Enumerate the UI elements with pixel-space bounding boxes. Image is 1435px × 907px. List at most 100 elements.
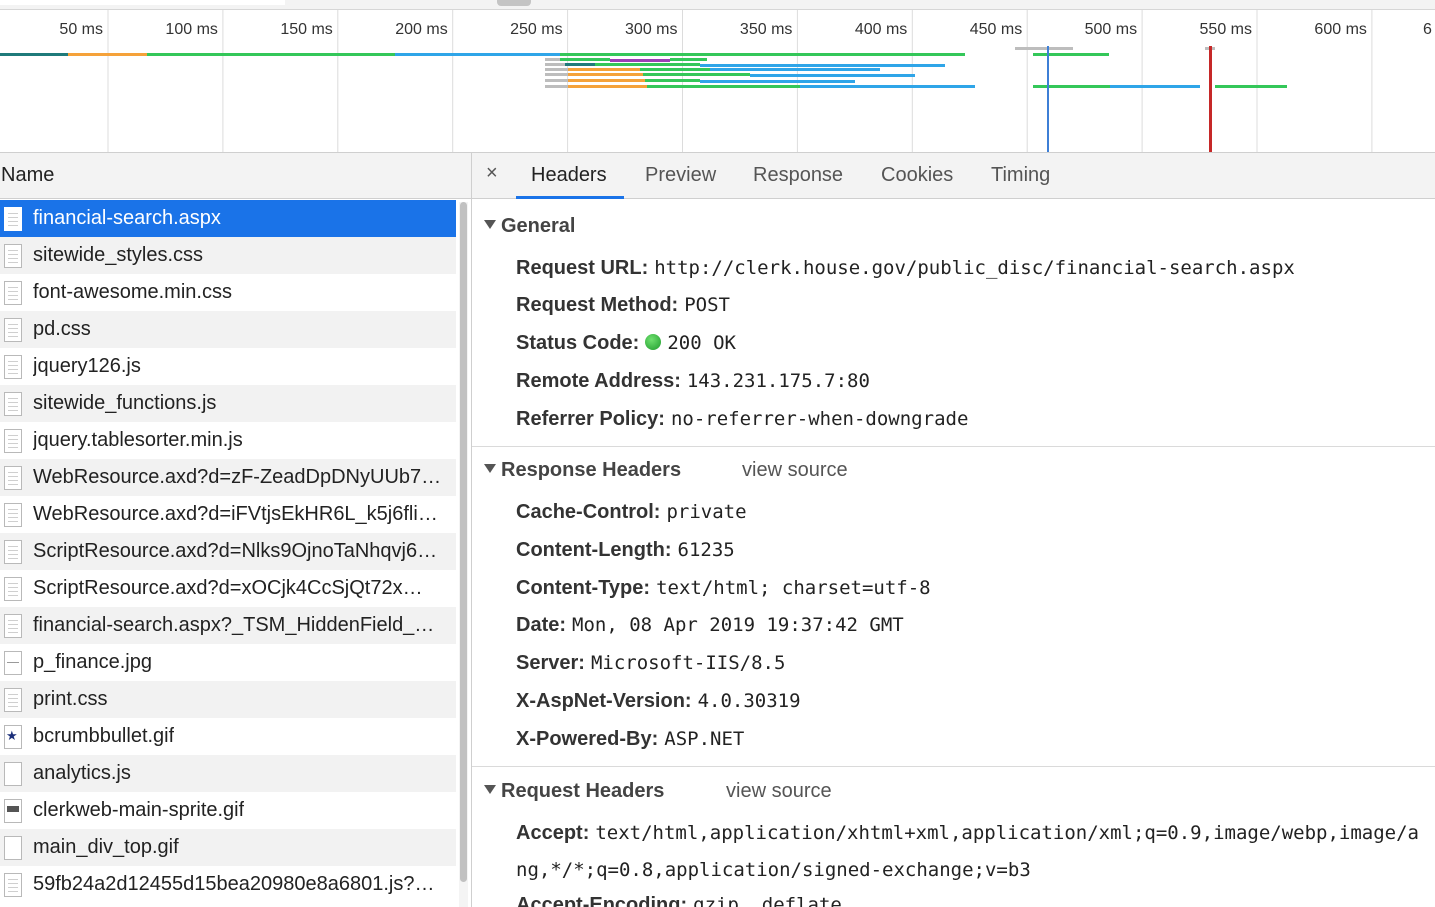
timeline-tick-label: 500 ms — [1085, 21, 1137, 38]
list-item[interactable]: bcrumbbullet.gif — [0, 718, 456, 755]
general-section-toggle[interactable]: General — [484, 215, 575, 238]
accept-row: Accept: text/html,application/xhtml+xml,a… — [516, 822, 1419, 845]
list-item[interactable]: sitewide_styles.css — [0, 237, 456, 274]
remote-address-row: Remote Address: 143.231.175.7:80 — [516, 370, 870, 393]
timeline-bar — [800, 85, 975, 88]
timeline-bar — [647, 85, 800, 88]
request-view-source-link[interactable]: view source — [726, 780, 832, 803]
timeline-bar — [545, 58, 560, 61]
section-divider — [472, 446, 1435, 447]
header-name: Date: — [516, 614, 567, 637]
timeline-bar — [1033, 85, 1110, 88]
timeline-tick-label: 550 ms — [1200, 21, 1252, 38]
scrollbar-thumb[interactable] — [460, 202, 467, 882]
timeline-bar — [750, 74, 915, 77]
list-item[interactable]: financial-search.aspx?_TSM_HiddenField_… — [0, 607, 456, 644]
request-name: sitewide_styles.css — [33, 244, 204, 266]
tab-cookies[interactable]: Cookies — [881, 153, 953, 198]
response-headers-toggle[interactable]: Response Headers — [484, 459, 681, 482]
timeline-tick-label: 6 — [1423, 21, 1432, 38]
request-name: 59fb24a2d12455d15bea20980e8a6801.js?… — [33, 873, 435, 895]
triangle-down-icon — [484, 785, 496, 795]
name-column-header[interactable]: Name — [0, 153, 471, 199]
request-name: sitewide_functions.js — [33, 392, 217, 414]
request-name: financial-search.aspx — [33, 207, 221, 229]
request-name: clerkweb-main-sprite.gif — [33, 799, 245, 821]
timeline-bar — [147, 53, 395, 56]
close-icon[interactable]: × — [486, 162, 498, 185]
list-item[interactable]: financial-search.aspx — [0, 200, 456, 237]
timeline-bar — [545, 79, 568, 82]
remote-address-label: Remote Address: — [516, 370, 681, 392]
list-item[interactable]: p_finance.jpg — [0, 644, 456, 681]
list-item[interactable]: pd.css — [0, 311, 456, 348]
timeline-overview[interactable]: 50 ms 100 ms 150 ms 200 ms 250 ms 300 ms 350 m… — [0, 0, 1435, 153]
header-name: Server: — [516, 652, 585, 675]
header-name: Content-Type: — [516, 576, 651, 599]
timeline-bar — [1110, 85, 1200, 88]
document-icon — [4, 687, 22, 712]
timeline-bar — [545, 68, 568, 71]
tab-response[interactable]: Response — [753, 153, 843, 198]
tab-timing[interactable]: Timing — [991, 153, 1050, 198]
list-item[interactable]: clerkweb-main-sprite.gif — [0, 792, 456, 829]
tab-preview[interactable]: Preview — [645, 153, 716, 198]
response-header-row: Server: Microsoft-IIS/8.5 — [516, 652, 785, 675]
request-list-scrollbar[interactable] — [459, 202, 468, 907]
list-item[interactable]: font-awesome.min.css — [0, 274, 456, 311]
sprite-image-icon — [4, 798, 22, 823]
timeline-tick-label: 200 ms — [395, 21, 447, 38]
list-item[interactable]: ScriptResource.axd?d=xOCjk4CcSjQt72x… — [0, 570, 456, 607]
request-name: bcrumbbullet.gif — [33, 725, 175, 747]
document-icon — [4, 354, 22, 379]
timeline-bar — [545, 73, 568, 76]
timeline-bar — [645, 79, 700, 82]
timeline-bar — [545, 85, 568, 88]
timeline-bar — [640, 68, 710, 71]
list-item[interactable]: print.css — [0, 681, 456, 718]
request-name: print.css — [33, 688, 108, 710]
request-url-row: Request URL: http://clerk.house.gov/publi… — [516, 257, 1295, 280]
response-header-row: X-Powered-By: ASP.NET — [516, 728, 744, 751]
list-item[interactable]: jquery.tablesorter.min.js — [0, 422, 456, 459]
list-item[interactable]: analytics.js — [0, 755, 456, 792]
blank-file-icon — [4, 761, 22, 786]
response-header-row: X-AspNet-Version: 4.0.30319 — [516, 690, 801, 713]
request-list[interactable]: Name financial-search.aspx sitewide_style… — [0, 153, 472, 907]
document-icon — [4, 539, 22, 564]
remote-address-value: 143.231.175.7:80 — [686, 370, 870, 392]
list-item[interactable]: main_div_top.gif — [0, 829, 456, 866]
header-value: 61235 — [677, 538, 735, 561]
header-value: ASP.NET — [664, 727, 745, 750]
list-item[interactable]: sitewide_functions.js — [0, 385, 456, 422]
timeline-tick-label: 600 ms — [1314, 21, 1366, 38]
response-header-row: Cache-Control: private — [516, 501, 747, 524]
timeline-bar — [0, 53, 68, 56]
timeline-bar — [595, 63, 700, 66]
response-view-source-link[interactable]: view source — [742, 459, 848, 482]
referrer-policy-label: Referrer Policy: — [516, 408, 665, 430]
list-item[interactable]: 59fb24a2d12455d15bea20980e8a6801.js?… — [0, 866, 456, 903]
list-item[interactable]: WebResource.axd?d=iFVtjsEkHR6L_k5j6fli… — [0, 496, 456, 533]
request-rows: financial-search.aspx sitewide_styles.css… — [0, 200, 456, 903]
detail-tabbar: × Headers Preview Response Cookies Timin… — [472, 153, 1435, 199]
request-name: analytics.js — [33, 762, 131, 784]
request-name: ScriptResource.axd?d=xOCjk4CcSjQt72x… — [33, 577, 423, 599]
image-file-icon — [4, 650, 22, 675]
list-item[interactable]: WebResource.axd?d=zF-ZeadDpDNyUUb7… — [0, 459, 456, 496]
request-details: × Headers Preview Response Cookies Timin… — [472, 153, 1435, 907]
tab-headers[interactable]: Headers — [516, 153, 624, 199]
request-name: WebResource.axd?d=zF-ZeadDpDNyUUb7… — [33, 466, 442, 488]
header-name: X-AspNet-Version: — [516, 690, 692, 712]
timeline-tick-label: 150 ms — [280, 21, 332, 38]
timeline-tick-label: 350 ms — [740, 21, 792, 38]
request-headers-toggle[interactable]: Request Headers — [484, 780, 664, 803]
request-name: font-awesome.min.css — [33, 281, 232, 303]
timeline-bar — [568, 85, 647, 88]
document-icon — [4, 206, 22, 231]
list-item[interactable]: ScriptResource.axd?d=Nlks9OjnoTaNhqvj6… — [0, 533, 456, 570]
timeline-bar — [1033, 53, 1109, 56]
header-name: X-Powered-By: — [516, 727, 659, 750]
list-item[interactable]: jquery126.js — [0, 348, 456, 385]
response-header-row: Date: Mon, 08 Apr 2019 19:37:42 GMT — [516, 614, 904, 637]
